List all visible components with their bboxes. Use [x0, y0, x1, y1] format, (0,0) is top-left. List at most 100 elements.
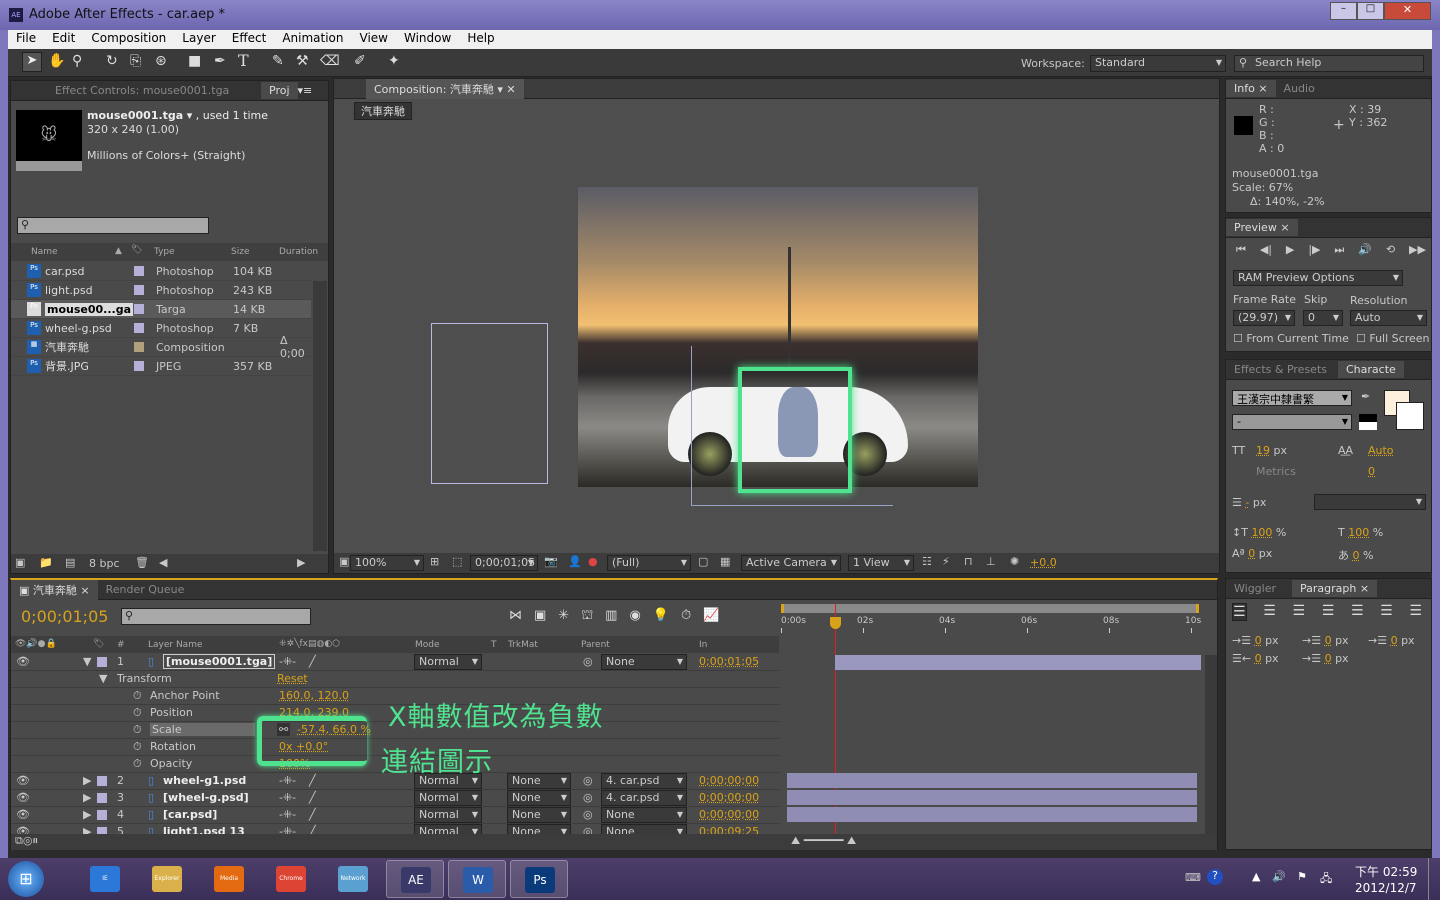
minimize-button[interactable]: – — [1330, 2, 1357, 20]
baseline-shift-value[interactable]: Aª 0 px — [1232, 547, 1272, 560]
grid-guide-icon[interactable]: ⊞ — [430, 555, 439, 568]
prev-frame-icon[interactable]: ◀| — [1260, 243, 1272, 257]
maximize-button[interactable]: □ — [1357, 2, 1384, 20]
brainstorm-icon[interactable]: 💡 — [653, 608, 669, 625]
first-line-indent[interactable]: →☰ 0 px — [1368, 634, 1415, 647]
blend-mode-dropdown[interactable]: Normal — [414, 790, 482, 806]
taskbar-app-ie[interactable]: IE — [76, 860, 134, 898]
tab-project[interactable]: Proj — [261, 82, 298, 99]
menu-file[interactable]: File — [8, 30, 44, 49]
expand-arrow-icon[interactable]: ▶ — [83, 808, 91, 821]
first-frame-icon[interactable]: ⏮ — [1236, 243, 1246, 257]
layer-name[interactable]: wheel-g1.psd — [163, 774, 246, 787]
project-item[interactable]: Ps car.psd Photoshop 104 KB — [11, 262, 311, 281]
project-scrollbar[interactable] — [313, 281, 327, 551]
blend-mode-dropdown[interactable]: Normal — [414, 654, 482, 670]
stopwatch-icon[interactable]: ⏱ — [133, 689, 142, 703]
show-hidden-icons[interactable]: ▲ — [1252, 870, 1260, 883]
layer-row[interactable]: 👁 ▶ 5 ▯ light1.psd 13 -⁜- ╱ Normal None … — [11, 824, 779, 834]
bpc-button[interactable]: 8 bpc — [89, 557, 120, 570]
parent-dropdown[interactable]: None — [601, 807, 687, 823]
tab-preview[interactable]: Preview × — [1226, 219, 1298, 236]
tab-composition[interactable]: Composition: 汽車奔馳 ▾ ✕ — [366, 78, 524, 99]
taskbar-app-network[interactable]: Network — [324, 860, 382, 898]
next-frame-icon[interactable]: |▶ — [1308, 243, 1320, 257]
font-style-dropdown[interactable]: - — [1232, 414, 1352, 430]
scroll-left-icon[interactable]: ◀ — [159, 556, 167, 569]
label-color-swatch[interactable] — [134, 361, 144, 371]
quality-switch-icon[interactable]: ╱ — [309, 825, 316, 834]
menu-animation[interactable]: Animation — [274, 30, 351, 49]
trash-icon[interactable]: 🗑 — [135, 556, 149, 569]
stroke-color-swatch[interactable] — [1396, 402, 1424, 430]
layer-name[interactable]: [wheel-g.psd] — [163, 791, 249, 804]
region-of-interest-icon[interactable]: ▢ — [698, 555, 708, 568]
quality-switch-icon[interactable]: ╱ — [309, 808, 316, 821]
brush-tool-icon[interactable]: ✎ — [272, 53, 284, 69]
layer-in-point[interactable]: 0;00;09;25 — [699, 825, 759, 834]
taskbar-app-ae[interactable]: AE — [386, 860, 444, 898]
label-column-icon[interactable]: 🏷 — [131, 245, 142, 255]
magnification-dropdown[interactable]: 100% — [350, 555, 424, 571]
quality-switch-icon[interactable]: ╱ — [309, 655, 316, 668]
pixel-aspect-icon[interactable]: ☷ — [922, 555, 932, 568]
stroke-style-dropdown[interactable] — [1314, 494, 1426, 510]
timeline-current-time[interactable]: 0;00;01;05 — [21, 607, 108, 626]
label-color-swatch[interactable] — [97, 793, 107, 803]
column-size[interactable]: Size — [231, 247, 249, 257]
column-layer-name[interactable]: Layer Name — [148, 640, 203, 650]
layer-row[interactable]: 👁 ▶ 4 ▯ [car.psd] -⁜- ╱ Normal None ◎ No… — [11, 807, 779, 824]
new-composition-icon[interactable]: ▤ — [65, 556, 75, 569]
current-time-display[interactable]: 0;00;01;05 — [470, 555, 538, 571]
pickwhip-icon[interactable]: ◎ — [583, 655, 593, 668]
selection-tool-icon[interactable]: ➤ — [22, 52, 42, 72]
expand-arrow-icon[interactable]: ▼ — [83, 655, 91, 668]
tab-effects-presets[interactable]: Effects & Presets — [1226, 361, 1338, 378]
justify-all-icon[interactable]: ☰ — [1409, 603, 1422, 621]
visibility-icon[interactable]: 👁 — [16, 808, 30, 821]
clone-stamp-tool-icon[interactable]: ⚒ — [296, 53, 309, 69]
layer-in-point[interactable]: 0;00;00;00 — [699, 774, 759, 787]
project-item[interactable]: Ps wheel-g.psd Photoshop 7 KB — [11, 319, 311, 338]
menu-view[interactable]: View — [352, 30, 396, 49]
tab-audio[interactable]: Audio — [1276, 80, 1323, 97]
tracking-value[interactable]: 0 — [1368, 465, 1375, 478]
transform-group[interactable]: ▼ Transform Reset — [11, 671, 779, 688]
interpret-footage-icon[interactable]: ▣ — [15, 556, 25, 569]
parent-dropdown[interactable]: None — [601, 824, 687, 834]
layer-row[interactable]: 👁 ▼ 1 ▯ [mouse0001.tga] -⁜- ╱ Normal ◎ N… — [11, 654, 779, 671]
layer-bar-1[interactable] — [835, 655, 1201, 670]
track-matte-dropdown[interactable]: None — [507, 807, 571, 823]
hide-shy-icon[interactable]: ⛫ — [581, 608, 593, 625]
auto-keyframe-icon[interactable]: ⏱ — [681, 608, 691, 625]
track-matte-dropdown[interactable]: None — [507, 773, 571, 789]
skip-dropdown[interactable]: 0 — [1303, 310, 1343, 326]
justify-left-icon[interactable]: ☰ — [1322, 603, 1335, 621]
exposure-value[interactable]: +0.0 — [1030, 556, 1057, 569]
label-color-swatch[interactable] — [97, 810, 107, 820]
layer-row[interactable]: 👁 ▶ 3 ▯ [wheel-g.psd] -⁜- ╱ Normal None … — [11, 790, 779, 807]
timeline-icon[interactable]: ⊓ — [964, 555, 973, 568]
playhead-handle[interactable] — [830, 617, 841, 629]
timeline-scrollbar[interactable] — [1205, 655, 1217, 835]
zoom-tool-icon[interactable]: ⚲ — [72, 53, 82, 69]
tab-render-queue[interactable]: Render Queue — [98, 581, 193, 598]
transparency-grid-icon[interactable]: ▦ — [720, 555, 730, 568]
quality-switch-icon[interactable]: ╱ — [309, 774, 316, 787]
expand-arrow-icon[interactable]: ▶ — [83, 774, 91, 787]
pen-tool-icon[interactable]: ✒ — [214, 53, 226, 69]
menu-effect[interactable]: Effect — [224, 30, 275, 49]
layer-bar-4[interactable] — [787, 807, 1197, 822]
shy-switch-icon[interactable]: -⁜- — [279, 774, 296, 787]
layer-name[interactable]: [mouse0001.tga] — [163, 654, 276, 669]
font-size-value[interactable]: 19 px — [1256, 444, 1287, 457]
expand-arrow-icon[interactable]: ▼ — [99, 672, 107, 685]
network-tray-icon[interactable]: 🖧 — [1320, 870, 1332, 889]
label-color-swatch[interactable] — [97, 827, 107, 834]
font-family-dropdown[interactable]: 王漢宗中隸書繁 — [1232, 390, 1352, 406]
close-button[interactable]: ✕ — [1384, 2, 1431, 20]
live-update-icon[interactable]: ▣ — [534, 608, 546, 625]
align-center-icon[interactable]: ☰ — [1263, 603, 1276, 621]
taskbar-app-media-player[interactable]: Media Player — [200, 860, 258, 898]
timeline-search-input[interactable]: ⚲ — [121, 608, 311, 625]
